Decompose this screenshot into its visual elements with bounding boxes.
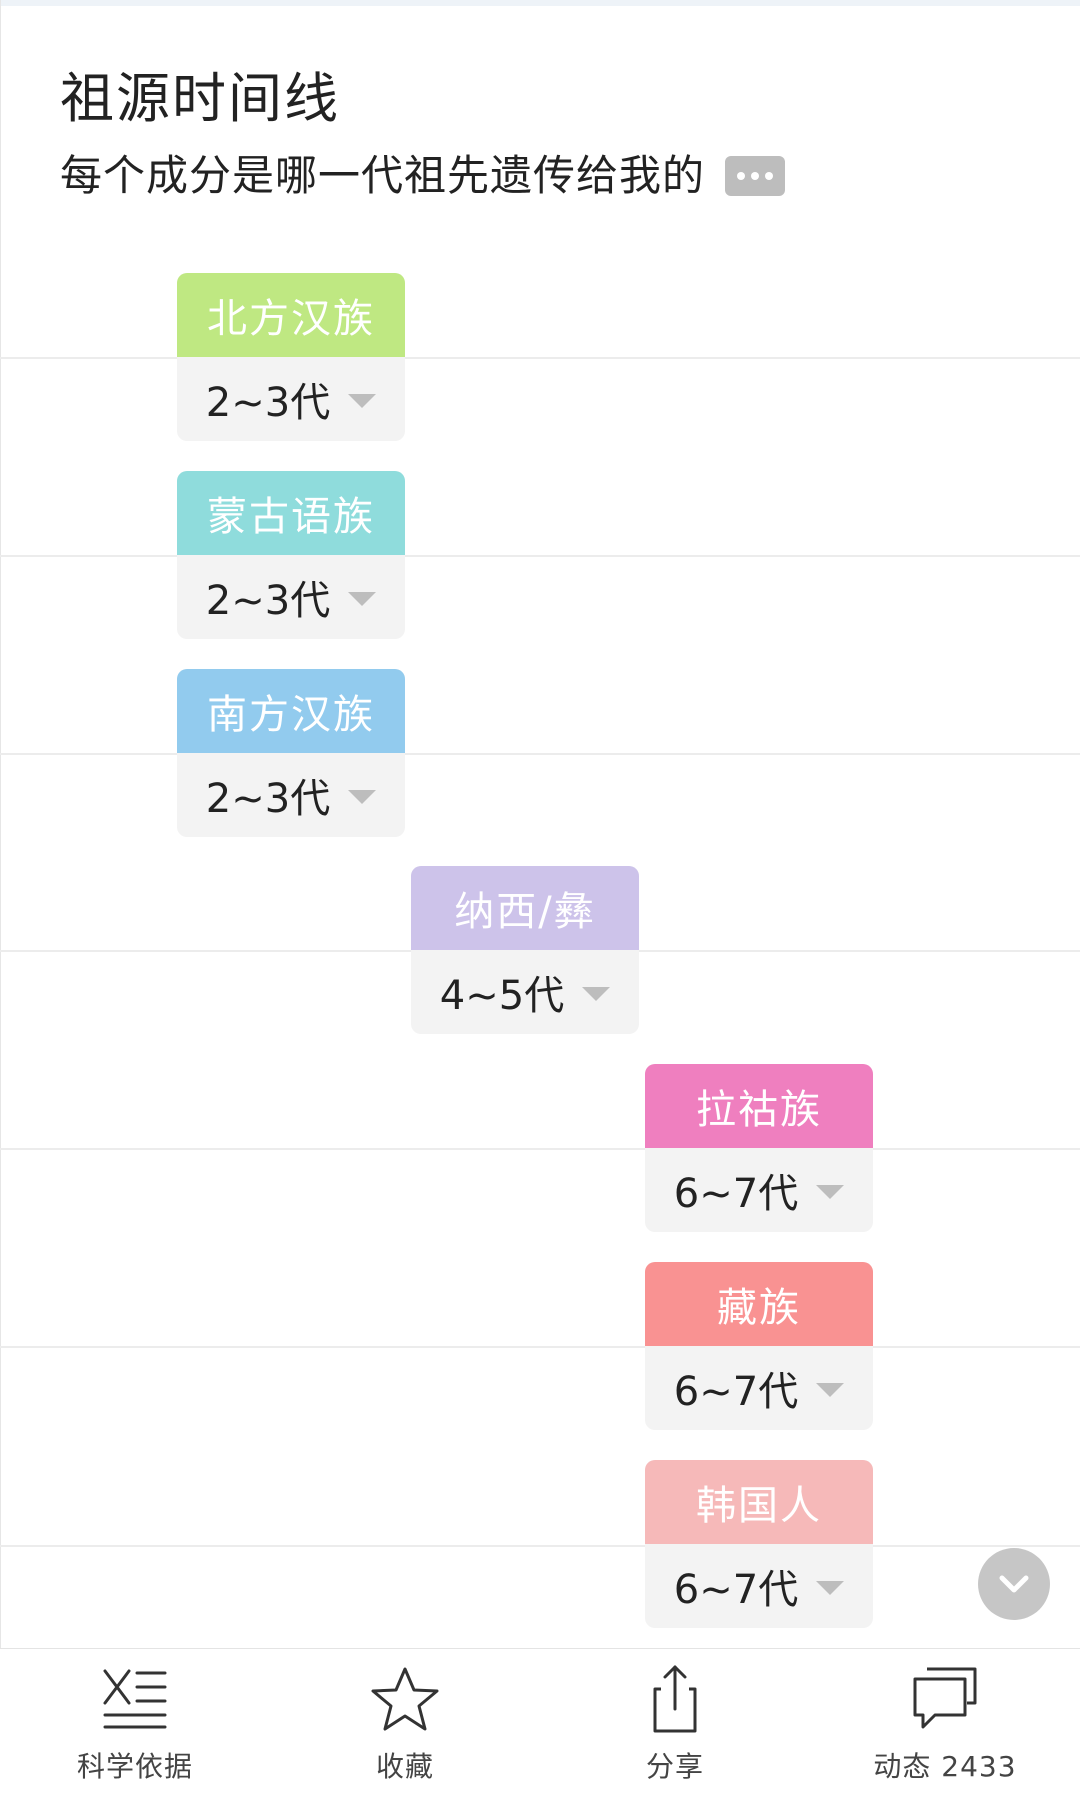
nav-label: 动态 2433 [873, 1750, 1017, 1783]
more-options-icon[interactable] [725, 156, 786, 196]
generation-value: 4~5代 [439, 973, 565, 1019]
dropdown-caret-icon [582, 987, 611, 1001]
dropdown-caret-icon [348, 790, 377, 804]
timeline-divider [0, 555, 1080, 557]
generation-selector[interactable]: 6~7代 [645, 1544, 873, 1628]
timeline-divider [0, 357, 1080, 359]
dropdown-caret-icon [348, 394, 377, 408]
generation-value: 2~3代 [205, 578, 331, 624]
nav-label: 收藏 [375, 1750, 434, 1783]
generation-selector[interactable]: 2~3代 [177, 555, 405, 639]
generation-selector[interactable]: 6~7代 [645, 1148, 873, 1232]
ancestry-label: 北方汉族 [177, 273, 405, 357]
generation-value: 2~3代 [205, 380, 331, 426]
generation-value: 6~7代 [673, 1567, 799, 1613]
subtitle-text: 每个成分是哪一代祖先遗传给我的 [60, 151, 706, 200]
top-strip [0, 0, 1080, 6]
ancestry-card-mongolic[interactable]: 蒙古语族 2~3代 [177, 471, 405, 639]
bottom-nav-bar: 科学依据 收藏 分享 动态 2433 [0, 1648, 1080, 1797]
generation-selector[interactable]: 2~3代 [177, 753, 405, 837]
timeline-divider [0, 753, 1080, 755]
nav-favorite[interactable]: 收藏 [270, 1649, 540, 1797]
dropdown-caret-icon [816, 1383, 845, 1397]
generation-selector[interactable]: 6~7代 [645, 1346, 873, 1430]
ancestry-card-south-han[interactable]: 南方汉族 2~3代 [177, 669, 405, 837]
nav-activity[interactable]: 动态 2433 [810, 1649, 1080, 1797]
chevron-down-icon [999, 1575, 1029, 1593]
left-edge-divider [0, 0, 1, 1648]
star-icon [371, 1667, 439, 1731]
ancestry-card-tibetan[interactable]: 藏族 6~7代 [645, 1262, 873, 1430]
generation-value: 6~7代 [673, 1171, 799, 1217]
dropdown-caret-icon [816, 1581, 845, 1595]
ancestry-label: 纳西/彝 [411, 866, 639, 950]
timeline-divider [0, 1545, 1080, 1547]
ancestry-card-lahu[interactable]: 拉祜族 6~7代 [645, 1064, 873, 1232]
scroll-down-button[interactable] [978, 1548, 1050, 1620]
nav-label: 科学依据 [76, 1750, 193, 1783]
generation-selector[interactable]: 4~5代 [411, 950, 639, 1034]
dropdown-caret-icon [816, 1185, 845, 1199]
nav-label: 分享 [645, 1750, 704, 1783]
generation-value: 2~3代 [205, 776, 331, 822]
ancestry-card-naxi-yi[interactable]: 纳西/彝 4~5代 [411, 866, 639, 1034]
timeline-divider [0, 1346, 1080, 1348]
timeline-divider [0, 1148, 1080, 1150]
page-title: 祖源时间线 [60, 67, 340, 130]
share-icon [653, 1665, 697, 1733]
ancestry-label: 蒙古语族 [177, 471, 405, 555]
dropdown-caret-icon [348, 592, 377, 606]
ancestry-label: 韩国人 [645, 1460, 873, 1544]
ancestry-card-korean[interactable]: 韩国人 6~7代 [645, 1460, 873, 1628]
ancestry-card-north-han[interactable]: 北方汉族 2~3代 [177, 273, 405, 441]
nav-share[interactable]: 分享 [540, 1649, 810, 1797]
dna-list-icon [103, 1669, 167, 1729]
ancestry-label: 南方汉族 [177, 669, 405, 753]
ancestry-label: 拉祜族 [645, 1064, 873, 1148]
ancestry-label: 藏族 [645, 1262, 873, 1346]
page-subtitle: 每个成分是哪一代祖先遗传给我的 [60, 146, 786, 206]
chat-bubbles-icon [913, 1667, 977, 1729]
generation-value: 6~7代 [673, 1369, 799, 1415]
generation-selector[interactable]: 2~3代 [177, 357, 405, 441]
nav-science-basis[interactable]: 科学依据 [0, 1649, 270, 1797]
